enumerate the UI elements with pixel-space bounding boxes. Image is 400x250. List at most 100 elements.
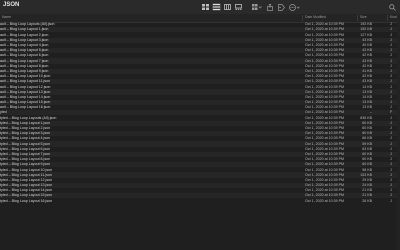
file-name: ault – Blog Loop Layout 1.json: [0, 27, 49, 32]
file-kind: J: [390, 37, 392, 42]
file-date-modified: Oct 1, 2020 at 10:39 PM: [305, 162, 344, 167]
file-kind: J: [390, 120, 392, 125]
file-name: ault – Blog Loop Layout 16.json: [0, 105, 51, 110]
file-date-modified: Oct 1, 2020 at 10:39 PM: [305, 74, 344, 79]
share-icon[interactable]: [266, 3, 274, 11]
file-kind: J: [390, 105, 392, 110]
file-date-modified: Oct 1, 2020 at 10:39 PM: [305, 136, 344, 141]
file-size: 13 KB: [362, 105, 372, 110]
column-header-date-modified[interactable]: Date Modified: [305, 15, 326, 19]
file-kind: F: [390, 110, 393, 115]
file-size: 43 KB: [362, 58, 372, 63]
column-header-name[interactable]: Name: [2, 15, 11, 19]
column-header-kind[interactable]: Kind: [390, 15, 397, 19]
file-kind: J: [390, 141, 392, 146]
window-title: JSON: [3, 2, 20, 8]
more-actions-icon[interactable]: [288, 3, 300, 11]
file-size: 58 KB: [362, 167, 372, 172]
file-size: 42 KB: [362, 53, 372, 58]
file-date-modified: Oct 1, 2020 at 10:39 PM: [305, 183, 344, 188]
file-size: 836 KB: [360, 115, 372, 120]
file-size: 60 KB: [362, 120, 372, 125]
file-date-modified: Oct 1, 2020 at 10:39 PM: [305, 100, 344, 105]
file-kind: J: [390, 58, 392, 63]
group-by-icon[interactable]: [251, 3, 262, 11]
file-size: 42 KB: [362, 63, 372, 68]
file-date-modified: Oct 1, 2020 at 10:39 PM: [305, 141, 344, 146]
file-date-modified: Oct 1, 2020 at 10:39 PM: [305, 79, 344, 84]
file-name: ault – Blog Loop Layout 13.json: [0, 89, 51, 94]
file-size: 60 KB: [362, 162, 372, 167]
file-date-modified: Oct 1, 2020 at 10:39 PM: [305, 151, 344, 156]
file-name: tyled – Blog Loop Layout 3.json: [0, 131, 51, 136]
column-divider[interactable]: [357, 15, 358, 21]
file-row[interactable]: tyled – Blog Loop Layout 16.json Oct 1, 2…: [0, 198, 400, 203]
file-date-modified: Oct 1, 2020 at 10:39 PM: [305, 53, 344, 58]
file-size: 24 KB: [362, 183, 372, 188]
file-list: ault – Blog Loop Layouts (All).json Oct 1…: [0, 22, 400, 250]
column-view-icon[interactable]: [223, 3, 232, 11]
file-name: ault – Blog Loop Layout 7.json: [0, 58, 49, 63]
column-divider[interactable]: [387, 15, 388, 21]
file-name: tyled – Blog Loop Layout 9.json: [0, 162, 51, 167]
file-size: 192 KB: [360, 22, 372, 27]
file-size: 63 KB: [362, 146, 372, 151]
file-name: tyled – Blog Loop Layout 6.json: [0, 146, 51, 151]
file-size: 152 KB: [360, 27, 372, 32]
file-kind: J: [390, 183, 392, 188]
file-date-modified: Oct 1, 2020 at 10:39 PM: [305, 167, 344, 172]
file-name: ault – Blog Loop Layout 14.json: [0, 94, 51, 99]
file-date-modified: Oct 1, 2020 at 10:39 PM: [305, 48, 344, 53]
file-size: 29 KB: [362, 177, 372, 182]
file-name: tyled – Blog Loop Layout 7.json: [0, 151, 51, 156]
file-size: 60 KB: [362, 157, 372, 162]
column-divider[interactable]: [302, 15, 303, 21]
tag-icon[interactable]: [277, 3, 285, 11]
file-kind: J: [390, 27, 392, 32]
file-size: 60 KB: [362, 151, 372, 156]
file-size: 41 KB: [362, 68, 372, 73]
file-size: 60 KB: [362, 126, 372, 131]
icon-view-icon[interactable]: [201, 3, 210, 11]
finder-window: JSON Name Date Modified Size Kind ault –…: [0, 0, 400, 250]
file-kind: J: [390, 43, 392, 48]
file-name: tyled – Blog Loop Layout 13.json: [0, 183, 53, 188]
file-size: 14 KB: [362, 84, 372, 89]
file-kind: J: [390, 177, 392, 182]
file-date-modified: Oct 1, 2020 at 10:39 PM: [305, 68, 344, 73]
file-name: tyled – Blog Loop Layout 16.json: [0, 198, 53, 203]
file-size: 60 KB: [362, 131, 372, 136]
file-name: ault – Blog Loop Layout 5.json: [0, 48, 49, 53]
file-size: 153 KB: [360, 172, 372, 177]
file-name: ault – Blog Loop Layout 4.json: [0, 43, 49, 48]
file-name: ault – Blog Loop Layout 12.json: [0, 84, 51, 89]
file-date-modified: Oct 1, 2020 at 10:39 PM: [305, 27, 344, 32]
file-name: tyled – Blog Loop Layout 15.json: [0, 193, 53, 198]
file-kind: J: [390, 48, 392, 53]
file-kind: J: [390, 94, 392, 99]
gallery-view-icon[interactable]: [234, 3, 243, 11]
file-date-modified: Oct 1, 2020 at 10:39 PM: [305, 63, 344, 68]
file-kind: J: [390, 151, 392, 156]
file-kind: J: [390, 22, 392, 27]
file-kind: J: [390, 84, 392, 89]
file-size: 21 KB: [362, 193, 372, 198]
file-kind: J: [390, 193, 392, 198]
file-kind: J: [390, 115, 392, 120]
file-name: tyled – Blog Loop Layout 12.json: [0, 177, 53, 182]
file-size: 14 KB: [362, 94, 372, 99]
list-view-icon[interactable]: [212, 3, 221, 11]
column-header-size[interactable]: Size: [360, 15, 367, 19]
file-kind: J: [390, 157, 392, 162]
file-date-modified: Oct 1, 2020 at 10:39 PM: [305, 188, 344, 193]
file-name: tyled – Blog Loop Layout 11.json: [0, 172, 52, 177]
file-size: 43 KB: [362, 79, 372, 84]
file-kind: J: [390, 100, 392, 105]
file-kind: J: [390, 198, 392, 203]
file-date-modified: Oct 1, 2020 at 10:39 PM: [305, 120, 344, 125]
search-icon[interactable]: [388, 3, 396, 11]
file-kind: J: [390, 53, 392, 58]
file-name: ault – Blog Loop Layout 10.json: [0, 74, 51, 79]
file-date-modified: Oct 1, 2020 at 10:39 PM: [305, 177, 344, 182]
file-date-modified: Oct 1, 2020 at 10:39 PM: [305, 89, 344, 94]
